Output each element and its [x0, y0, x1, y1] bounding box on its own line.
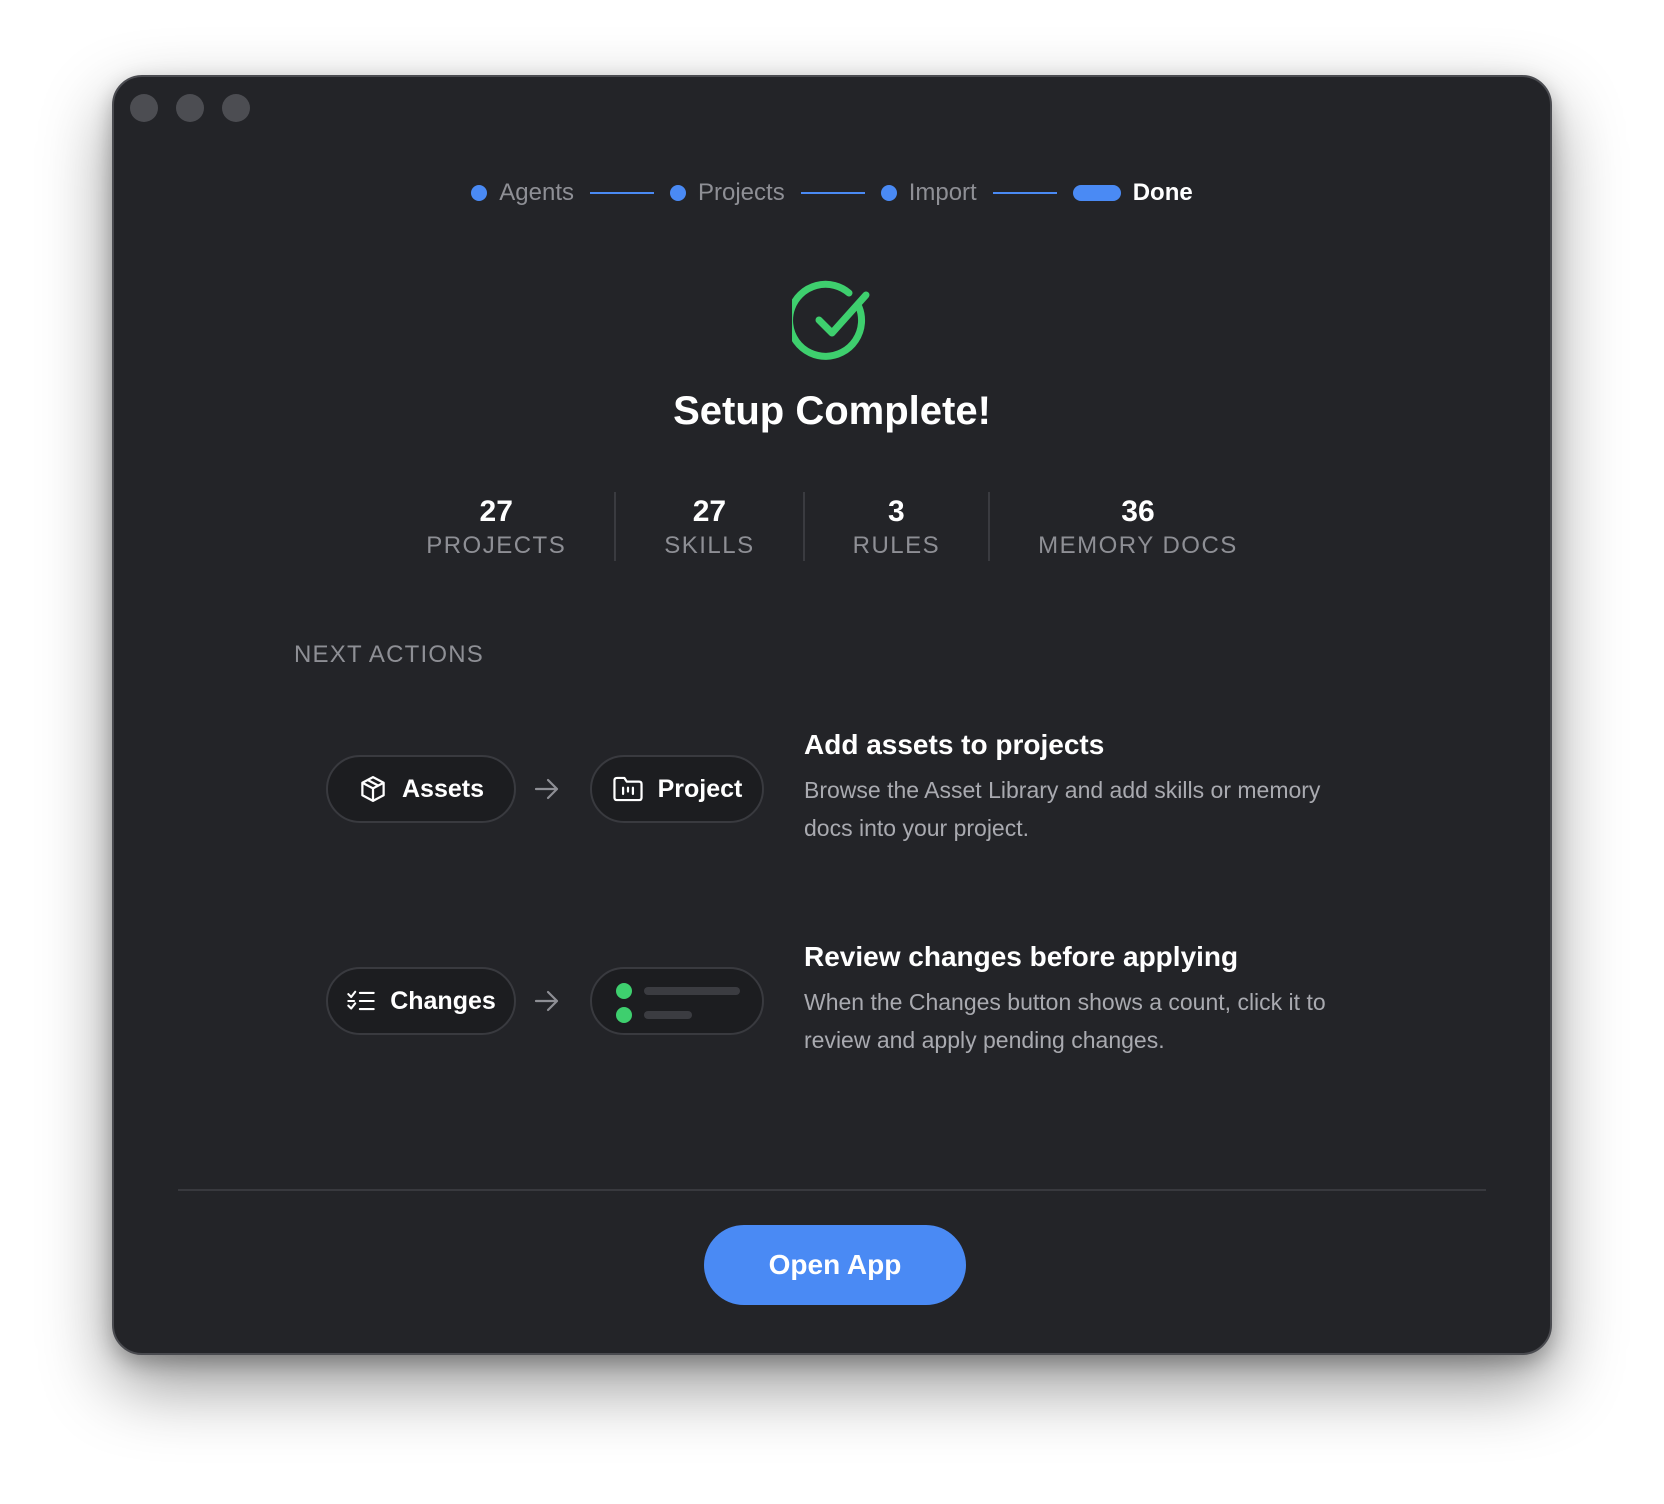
step-done: Done	[1072, 179, 1193, 207]
step-label: Agents	[499, 179, 574, 206]
change-line-placeholder	[644, 1011, 692, 1019]
close-window-button[interactable]	[130, 94, 158, 122]
step-complete-dot	[471, 185, 488, 201]
project-chip: Project	[590, 755, 764, 823]
step-connector	[590, 192, 654, 194]
setup-stepper: Agents Projects Import Done	[114, 179, 1550, 207]
pending-changes-preview	[590, 967, 764, 1035]
step-connector	[800, 192, 865, 194]
step-connector	[992, 192, 1057, 194]
step-label: Import	[908, 179, 977, 206]
chip-label: Changes	[390, 986, 496, 1015]
minimize-window-button[interactable]	[176, 94, 204, 122]
cube-icon	[361, 776, 385, 802]
change-dot	[616, 983, 632, 999]
check-circle-icon	[792, 280, 870, 360]
arrow-right-icon	[534, 778, 559, 800]
assets-chip: Assets	[326, 755, 516, 823]
arrow-right-icon	[534, 990, 559, 1012]
step-agents: Agents	[471, 179, 574, 207]
step-current-indicator	[1072, 185, 1121, 201]
stat-value: 27	[692, 495, 727, 528]
checklist-icon	[347, 990, 375, 1011]
action-text: Browse the Asset Library and add skills …	[804, 777, 1321, 841]
stat-projects: 27 PROJECTS	[378, 492, 614, 561]
maximize-window-button[interactable]	[222, 94, 250, 122]
action-description: Review changes before applying When the …	[804, 939, 1364, 1059]
change-line-placeholder	[644, 987, 740, 995]
stat-value: 36	[1121, 495, 1155, 528]
page-title: Setup Complete!	[673, 389, 991, 433]
stat-skills: 27 SKILLS	[614, 492, 802, 561]
step-complete-dot	[880, 185, 897, 201]
stat-memory-docs: 36 MEMORY DOCS	[988, 492, 1286, 561]
stat-label: MEMORY DOCS	[1038, 532, 1238, 559]
next-actions-heading: NEXT ACTIONS	[294, 641, 484, 668]
action-text: When the Changes button shows a count, c…	[804, 989, 1326, 1053]
folder-icon	[612, 776, 643, 802]
changes-chip: Changes	[326, 967, 516, 1035]
stat-value: 3	[888, 495, 905, 528]
step-label: Projects	[698, 179, 785, 206]
stat-label: SKILLS	[664, 532, 755, 559]
stat-rules: 3 RULES	[802, 492, 989, 561]
next-action-review-changes: Changes Review changes before applying W…	[326, 939, 1426, 1079]
chip-label: Assets	[402, 774, 484, 803]
action-title: Add assets to projects	[804, 729, 1105, 760]
import-stats: 27 PROJECTS 27 SKILLS 3 RULES 36 MEMORY …	[114, 492, 1550, 561]
window-controls	[130, 94, 250, 122]
chip-label: Project	[657, 774, 743, 803]
stat-label: RULES	[852, 532, 941, 559]
setup-window: Agents Projects Import Done Setup Comple…	[112, 75, 1552, 1355]
pending-changes-list	[592, 969, 762, 1033]
action-description: Add assets to projects Browse the Asset …	[804, 727, 1364, 847]
stat-value: 27	[479, 495, 513, 528]
next-action-add-assets: Assets Project Add assets to projects Br…	[326, 727, 1426, 867]
step-projects: Projects	[670, 179, 785, 207]
open-app-button[interactable]: Open App	[704, 1225, 966, 1305]
footer-divider	[178, 1189, 1486, 1191]
step-label: Done	[1132, 179, 1193, 206]
stat-label: PROJECTS	[426, 532, 567, 559]
step-import: Import	[880, 179, 977, 207]
action-title: Review changes before applying	[804, 941, 1239, 972]
change-dot	[616, 1007, 632, 1023]
step-complete-dot	[670, 185, 686, 201]
